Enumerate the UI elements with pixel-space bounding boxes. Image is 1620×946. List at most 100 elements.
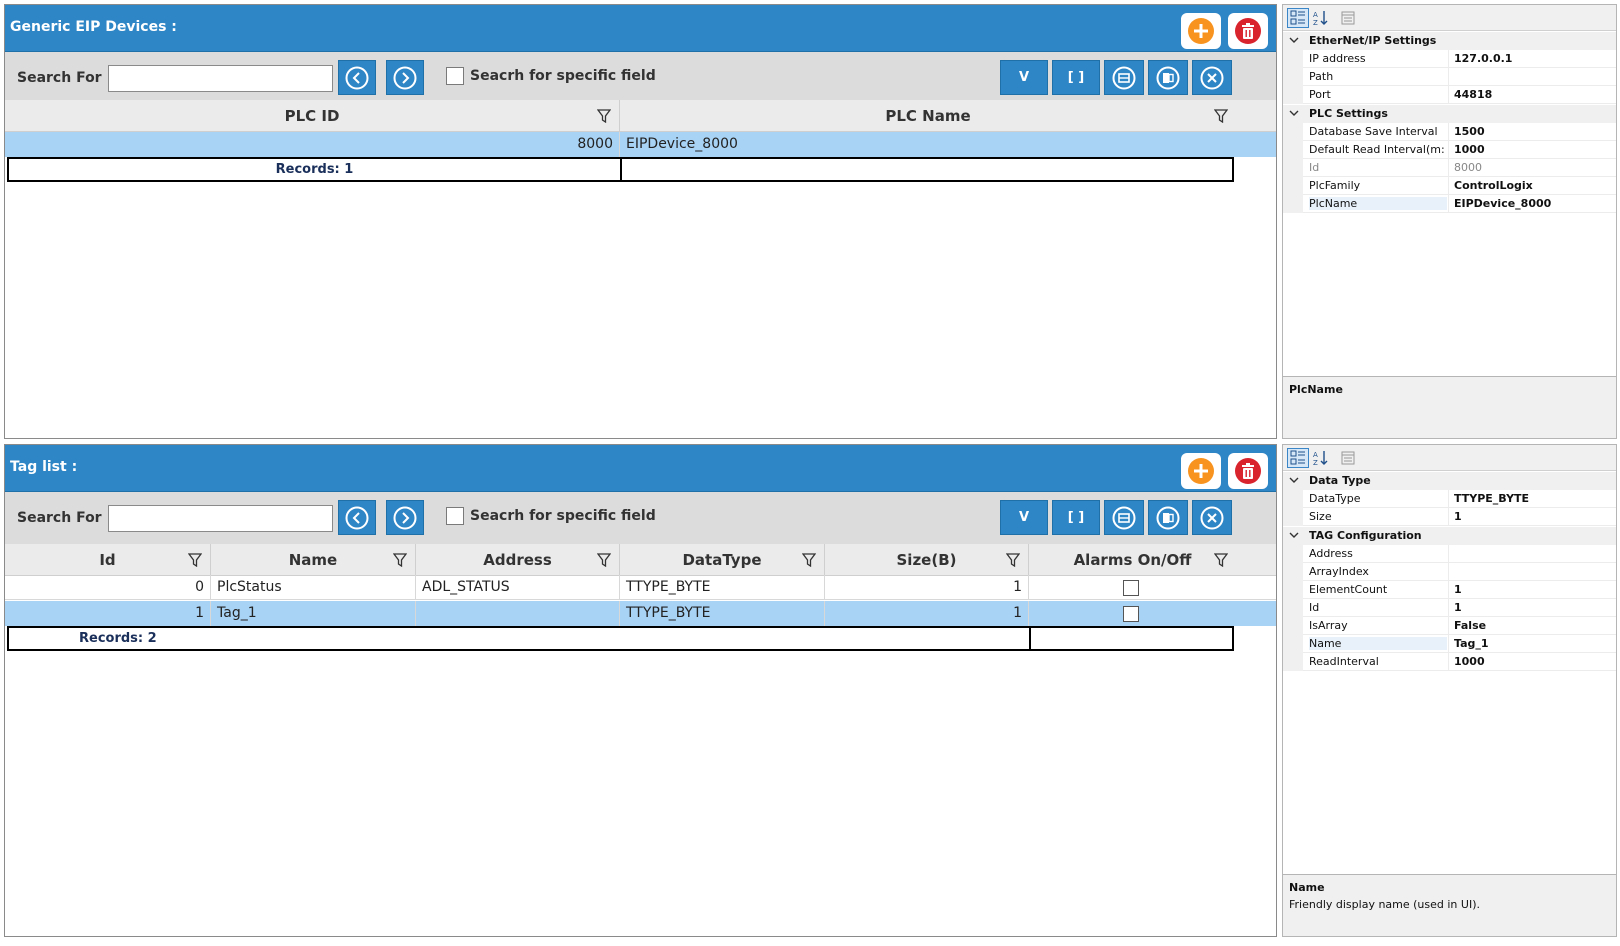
print-button[interactable] (1104, 60, 1144, 95)
property-value[interactable] (1448, 545, 1616, 563)
property-row-address[interactable]: Address (1283, 545, 1616, 563)
export-excel-button[interactable] (1148, 60, 1188, 95)
categorized-view-button[interactable] (1287, 448, 1309, 468)
description-title: Name (1289, 881, 1325, 894)
col-size[interactable]: Size(B) (825, 544, 1029, 576)
col-plc-name[interactable]: PLC Name (620, 100, 1236, 132)
property-key: Size (1309, 510, 1332, 523)
col-name[interactable]: Name (211, 544, 416, 576)
property-row-default-read-interval[interactable]: Default Read Interval(m: 1000 (1283, 141, 1616, 159)
search-prev-button[interactable] (338, 60, 376, 95)
col-address[interactable]: Address (416, 544, 620, 576)
specific-field-checkbox[interactable] (446, 507, 464, 525)
col-id[interactable]: Id (5, 544, 211, 576)
table-row[interactable]: 0 PlcStatus ADL_STATUS TTYPE_BYTE 1 (5, 575, 1276, 600)
alarms-checkbox[interactable] (1123, 606, 1139, 622)
tags-search-input[interactable] (108, 505, 333, 532)
filter-icon[interactable] (597, 109, 611, 123)
property-pages-button[interactable] (1337, 448, 1359, 468)
col-datatype[interactable]: DataType (620, 544, 825, 576)
property-row-path[interactable]: Path (1283, 68, 1616, 86)
property-value[interactable]: False (1448, 617, 1616, 635)
export-excel-button[interactable] (1148, 500, 1188, 535)
property-row-plcfamily[interactable]: PlcFamily ControlLogix (1283, 177, 1616, 195)
property-value[interactable] (1448, 68, 1616, 86)
property-value[interactable]: TTYPE_BYTE (1448, 490, 1616, 508)
add-tag-button[interactable] (1181, 453, 1221, 489)
chevron-left-icon (345, 66, 369, 89)
property-key: PlcName (1309, 197, 1447, 210)
devices-search-input[interactable] (108, 65, 333, 92)
clear-search-button[interactable] (1192, 500, 1232, 535)
search-next-button[interactable] (386, 60, 424, 95)
alarms-checkbox[interactable] (1123, 580, 1139, 596)
filter-icon[interactable] (1214, 553, 1228, 567)
specific-field-checkbox[interactable] (446, 67, 464, 85)
property-value[interactable]: Tag_1 (1448, 635, 1616, 653)
add-device-button[interactable] (1181, 13, 1221, 49)
bracket-button[interactable]: [ ] (1052, 500, 1100, 535)
category-tag-configuration[interactable]: TAG Configuration (1283, 527, 1616, 545)
alphabetical-view-button[interactable]: AZ (1310, 8, 1332, 28)
property-row-port[interactable]: Port 44818 (1283, 86, 1616, 104)
clear-search-button[interactable] (1192, 60, 1232, 95)
search-next-button[interactable] (386, 500, 424, 535)
devices-title: Generic EIP Devices : (10, 19, 177, 35)
close-icon (1200, 66, 1224, 89)
property-row-ip-address[interactable]: IP address 127.0.0.1 (1283, 50, 1616, 68)
property-row-size[interactable]: Size 1 (1283, 508, 1616, 526)
filter-icon[interactable] (1214, 109, 1228, 123)
property-row-arrayindex[interactable]: ArrayIndex (1283, 563, 1616, 581)
property-row-elementcount[interactable]: ElementCount 1 (1283, 581, 1616, 599)
search-prev-button[interactable] (338, 500, 376, 535)
property-value[interactable]: 1 (1448, 508, 1616, 526)
filter-icon[interactable] (802, 553, 816, 567)
col-alarms[interactable]: Alarms On/Off (1029, 544, 1236, 576)
property-value[interactable]: 1 (1448, 581, 1616, 599)
property-row-id[interactable]: Id 8000 (1283, 159, 1616, 177)
property-value[interactable]: 127.0.0.1 (1448, 50, 1616, 68)
bracket-button[interactable]: [ ] (1052, 60, 1100, 95)
property-value[interactable]: EIPDevice_8000 (1448, 195, 1616, 213)
filter-icon[interactable] (1006, 553, 1020, 567)
delete-device-button[interactable] (1228, 13, 1268, 49)
filter-icon[interactable] (188, 553, 202, 567)
property-value[interactable]: 44818 (1448, 86, 1616, 104)
row-gutter (1283, 563, 1303, 581)
property-value[interactable]: 1000 (1448, 141, 1616, 159)
chevron-right-icon (393, 506, 417, 529)
property-row-isarray[interactable]: IsArray False (1283, 617, 1616, 635)
print-icon (1112, 66, 1136, 89)
property-value[interactable]: ControlLogix (1448, 177, 1616, 195)
filter-icon[interactable] (393, 553, 407, 567)
property-row-db-save-interval[interactable]: Database Save Interval 1500 (1283, 123, 1616, 141)
property-row-readinterval[interactable]: ReadInterval 1000 (1283, 653, 1616, 671)
delete-tag-button[interactable] (1228, 453, 1268, 489)
property-row-datatype[interactable]: DataType TTYPE_BYTE (1283, 490, 1616, 508)
col-plc-id[interactable]: PLC ID (5, 100, 620, 132)
property-value[interactable]: 1000 (1448, 653, 1616, 671)
table-row[interactable]: 1 Tag_1 TTYPE_BYTE 1 (5, 601, 1276, 626)
row-gutter (1283, 653, 1303, 671)
property-row-id[interactable]: Id 1 (1283, 599, 1616, 617)
filter-icon[interactable] (597, 553, 611, 567)
specific-field-option[interactable]: Seacrh for specific field (446, 67, 656, 85)
property-pages-button[interactable] (1337, 8, 1359, 28)
property-row-name[interactable]: Name Tag_1 (1283, 635, 1616, 653)
property-value[interactable]: 1500 (1448, 123, 1616, 141)
print-button[interactable] (1104, 500, 1144, 535)
categorized-view-button[interactable] (1287, 8, 1309, 28)
table-row[interactable]: 8000 EIPDevice_8000 (5, 132, 1276, 157)
property-value[interactable]: 1 (1448, 599, 1616, 617)
specific-field-option[interactable]: Seacrh for specific field (446, 507, 656, 525)
view-v-button[interactable]: V (1000, 500, 1048, 535)
view-v-button[interactable]: V (1000, 60, 1048, 95)
category-ethernet-ip[interactable]: EtherNet/IP Settings (1283, 32, 1616, 50)
category-plc-settings[interactable]: PLC Settings (1283, 105, 1616, 123)
alphabetical-view-button[interactable]: AZ (1310, 448, 1332, 468)
category-data-type[interactable]: Data Type (1283, 472, 1616, 490)
property-row-plcname[interactable]: PlcName EIPDevice_8000 (1283, 195, 1616, 213)
chevron-down-icon (1289, 532, 1299, 538)
row-gutter (1283, 635, 1303, 653)
property-value[interactable] (1448, 563, 1616, 581)
